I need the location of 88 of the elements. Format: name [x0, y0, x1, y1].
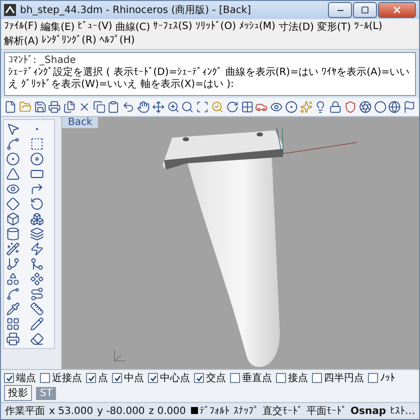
scan-icon[interactable] — [196, 100, 209, 114]
osnap-checkbox[interactable]: 中点 — [112, 371, 144, 385]
option-toggle[interactable]: 投影 — [4, 385, 32, 401]
menu-item[interactable]: 変形(T) — [316, 20, 351, 34]
viewport-label[interactable]: Back — [62, 117, 98, 128]
hand-icon[interactable] — [137, 100, 150, 114]
move-icon[interactable] — [152, 100, 165, 114]
close-icon — [392, 5, 402, 15]
rectangle-icon[interactable] — [30, 167, 44, 181]
dimension-icon[interactable] — [30, 302, 44, 316]
pointer-icon[interactable] — [6, 122, 20, 136]
lock-icon[interactable] — [329, 100, 342, 114]
shield-icon[interactable] — [344, 100, 357, 114]
layer-pane[interactable]: ﾃﾞﾌｫﾙﾄ — [188, 405, 232, 417]
layers-icon[interactable] — [30, 227, 44, 241]
file-icon[interactable] — [4, 100, 17, 114]
triangle-icon[interactable] — [6, 167, 20, 181]
zoom-in-icon[interactable] — [166, 100, 180, 114]
menu-item[interactable]: 編集(E) — [40, 20, 75, 34]
clipboard-icon[interactable] — [107, 100, 120, 114]
menu-item[interactable]: ﾌｧｲﾙ(F) — [4, 20, 38, 34]
menu-item[interactable]: ﾍﾙﾌﾟ(H) — [99, 34, 135, 48]
check-icon — [88, 374, 94, 382]
osnap-checkbox[interactable]: 接点 — [276, 371, 308, 385]
undo-icon[interactable] — [122, 100, 136, 114]
coordinate-text: z 0.000 — [148, 406, 187, 416]
menu-item[interactable]: ﾚﾝﾀﾞﾘﾝｸﾞ(R) — [42, 34, 96, 48]
coordinate-text: x 53.000 — [48, 406, 94, 416]
status-pane[interactable]: 平面ﾓｰﾄﾞ — [304, 404, 349, 418]
grid-icon[interactable] — [240, 100, 254, 114]
eye-icon[interactable] — [270, 100, 283, 114]
print-icon[interactable] — [6, 332, 20, 346]
cylinder-icon[interactable] — [6, 227, 20, 241]
revolve-icon[interactable] — [30, 197, 44, 211]
copy-icon[interactable] — [92, 100, 106, 114]
save-icon[interactable] — [34, 100, 46, 114]
search-icon[interactable] — [181, 100, 194, 114]
status-pane[interactable]: Osnap — [348, 406, 388, 416]
globe-icon[interactable] — [388, 100, 402, 114]
close-button[interactable] — [378, 2, 416, 18]
maximize-button[interactable] — [353, 2, 377, 18]
osnap-checkbox[interactable]: 交点 — [194, 371, 226, 385]
osnap-checkbox[interactable]: ﾉｯﾄ — [368, 372, 395, 384]
flag-icon[interactable] — [403, 100, 416, 114]
check-icon — [196, 374, 202, 382]
curve-icon[interactable] — [6, 287, 20, 301]
menu-item[interactable]: 寸法(D) — [278, 20, 314, 34]
osnap-checkbox[interactable]: 端点 — [4, 371, 36, 385]
zoom-check-icon[interactable] — [210, 100, 224, 114]
array-icon[interactable] — [6, 317, 20, 331]
box-icon[interactable] — [6, 212, 20, 226]
rotate-icon[interactable] — [226, 100, 238, 114]
window-title: bh_step_44.3dm - Rhinoceros (商用版) - [Back] — [20, 4, 252, 17]
circle-icon[interactable] — [6, 152, 20, 166]
maximize-icon — [361, 6, 369, 14]
menu-item[interactable]: 曲線(C) — [115, 20, 150, 34]
printer-icon[interactable] — [48, 100, 62, 114]
check-icon — [150, 374, 156, 382]
check-icon — [114, 374, 120, 382]
status-pane[interactable]: 直交ﾓｰﾄﾞ — [260, 404, 305, 418]
menu-item[interactable]: ﾋﾞｭｰ(V) — [78, 20, 112, 34]
check-icon — [6, 374, 12, 382]
osnap-checkbox[interactable]: 中心点 — [148, 371, 190, 385]
menu-item[interactable]: ｻｰﾌｪｽ(S) — [153, 20, 192, 34]
eraser-icon[interactable] — [30, 332, 44, 346]
menu-item[interactable]: ﾂｰﾙ(L) — [354, 20, 382, 34]
status-pane[interactable]: ﾋｽﾄ… — [388, 405, 417, 417]
circle-dot-icon[interactable] — [284, 100, 298, 114]
menu-item[interactable]: ｿﾘｯﾄﾞ(O) — [195, 20, 236, 34]
shapes-icon[interactable] — [6, 272, 20, 286]
osnap-checkbox[interactable]: 点 — [86, 371, 108, 385]
command-history: ｺﾏﾝﾄﾞ: _Shade — [8, 54, 77, 66]
wand-icon[interactable] — [6, 242, 20, 256]
files-icon[interactable] — [63, 100, 76, 114]
rectangle-points-icon[interactable] — [30, 137, 44, 151]
coordinate-text: y -80.000 — [96, 406, 146, 416]
osnap-checkbox[interactable]: 四半円点 — [312, 371, 364, 385]
status-label: 作業平面 — [4, 404, 46, 418]
command-prompt: ｼｪｰﾃﾞｨﾝｸﾞ設定を選択 ( 表示ﾓｰﾄﾞ(D)=ｼｪｰﾃﾞｨﾝｸﾞ 曲線を表示(R)=はい ﾜｲﾔを表示(A)=いいえ ｸﾞﾘｯﾄﾞを表示(W)=いいえ 軸を表示(X)=はい ): — [8, 67, 411, 91]
status-pane[interactable]: ｽﾅｯﾌﾟ — [232, 405, 261, 417]
draw-icon[interactable] — [30, 317, 44, 331]
minimize-button[interactable] — [328, 2, 352, 18]
osnap-checkbox[interactable]: 垂直点 — [230, 371, 272, 385]
menu-item[interactable]: 解析(A) — [4, 34, 39, 48]
axis-triad-icon — [114, 349, 126, 362]
app-icon — [4, 4, 16, 16]
menu-item[interactable]: ﾒｯｼｭ(M) — [238, 20, 276, 34]
osnap-checkbox[interactable]: 近接点 — [40, 371, 82, 385]
